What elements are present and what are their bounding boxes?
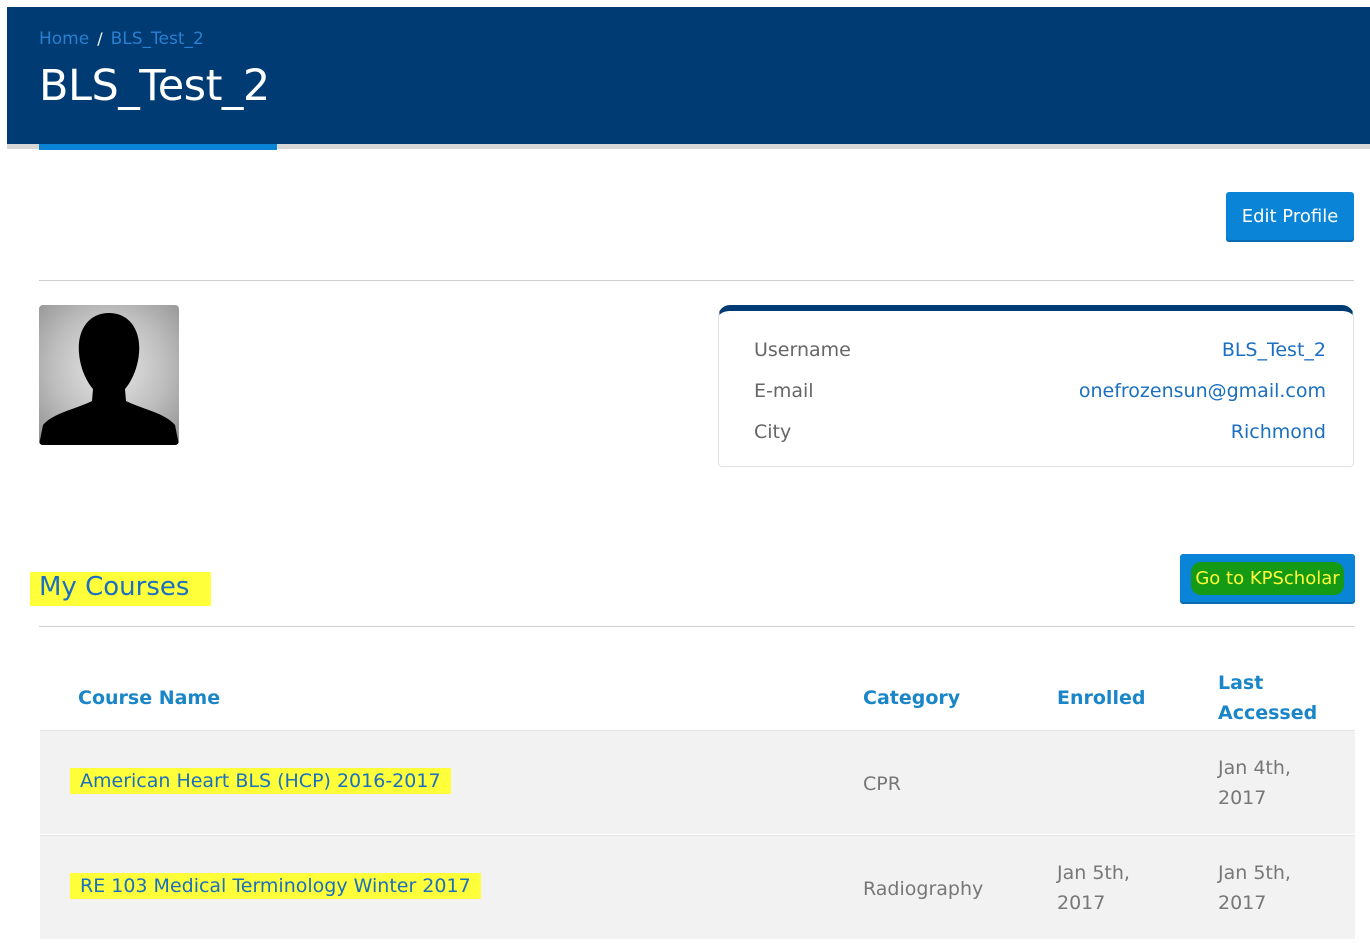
city-label: City xyxy=(754,421,792,443)
profile-info-card: Username BLS_Test_2 E-mail onefrozensun@… xyxy=(718,305,1354,467)
course-link[interactable]: RE 103 Medical Terminology Winter 2017 xyxy=(70,873,481,899)
course-enrolled-line1: Jan 5th, xyxy=(1057,862,1130,884)
breadcrumb: Home / BLS_Test_2 xyxy=(39,29,204,49)
course-category: Radiography xyxy=(863,878,984,900)
title-underline xyxy=(39,144,277,150)
username-label: Username xyxy=(754,339,851,361)
course-last-accessed-line1: Jan 4th, xyxy=(1218,757,1291,779)
header-last-accessed-line1[interactable]: Last xyxy=(1218,672,1263,694)
page-title: BLS_Test_2 xyxy=(39,61,270,111)
breadcrumb-current-link[interactable]: BLS_Test_2 xyxy=(111,29,204,49)
email-value[interactable]: onefrozensun@gmail.com xyxy=(1079,380,1326,402)
courses-divider xyxy=(39,626,1354,627)
breadcrumb-home-link[interactable]: Home xyxy=(39,29,89,49)
table-row: American Heart BLS (HCP) 2016-2017 CPR J… xyxy=(40,730,1355,834)
header-last-accessed-line2[interactable]: Accessed xyxy=(1218,702,1317,724)
edit-profile-button[interactable]: Edit Profile xyxy=(1226,192,1354,240)
avatar xyxy=(39,305,179,445)
user-silhouette-icon xyxy=(39,313,179,445)
city-value[interactable]: Richmond xyxy=(1231,421,1326,443)
breadcrumb-separator: / xyxy=(97,29,103,48)
go-to-kpscholar-label: Go to KPScholar xyxy=(1191,561,1344,595)
course-enrolled-line2: 2017 xyxy=(1057,892,1106,914)
header-category[interactable]: Category xyxy=(863,687,960,709)
go-to-kpscholar-button[interactable]: Go to KPScholar xyxy=(1180,554,1355,602)
email-label: E-mail xyxy=(754,380,814,402)
header-enrolled[interactable]: Enrolled xyxy=(1057,687,1145,709)
my-courses-heading: My Courses xyxy=(30,572,212,606)
username-value[interactable]: BLS_Test_2 xyxy=(1222,339,1326,361)
table-row: RE 103 Medical Terminology Winter 2017 R… xyxy=(40,835,1355,939)
page-header: Home / BLS_Test_2 BLS_Test_2 xyxy=(7,7,1370,144)
course-last-accessed-line2: 2017 xyxy=(1218,892,1267,914)
course-last-accessed-line2: 2017 xyxy=(1218,787,1267,809)
profile-divider xyxy=(39,280,1354,281)
city-row: City Richmond xyxy=(754,421,1326,451)
header-course-name[interactable]: Course Name xyxy=(78,687,220,709)
course-link[interactable]: American Heart BLS (HCP) 2016-2017 xyxy=(70,768,451,794)
username-row: Username BLS_Test_2 xyxy=(754,339,1326,369)
email-row: E-mail onefrozensun@gmail.com xyxy=(754,380,1326,410)
course-category: CPR xyxy=(863,773,901,795)
course-last-accessed-line1: Jan 5th, xyxy=(1218,862,1291,884)
